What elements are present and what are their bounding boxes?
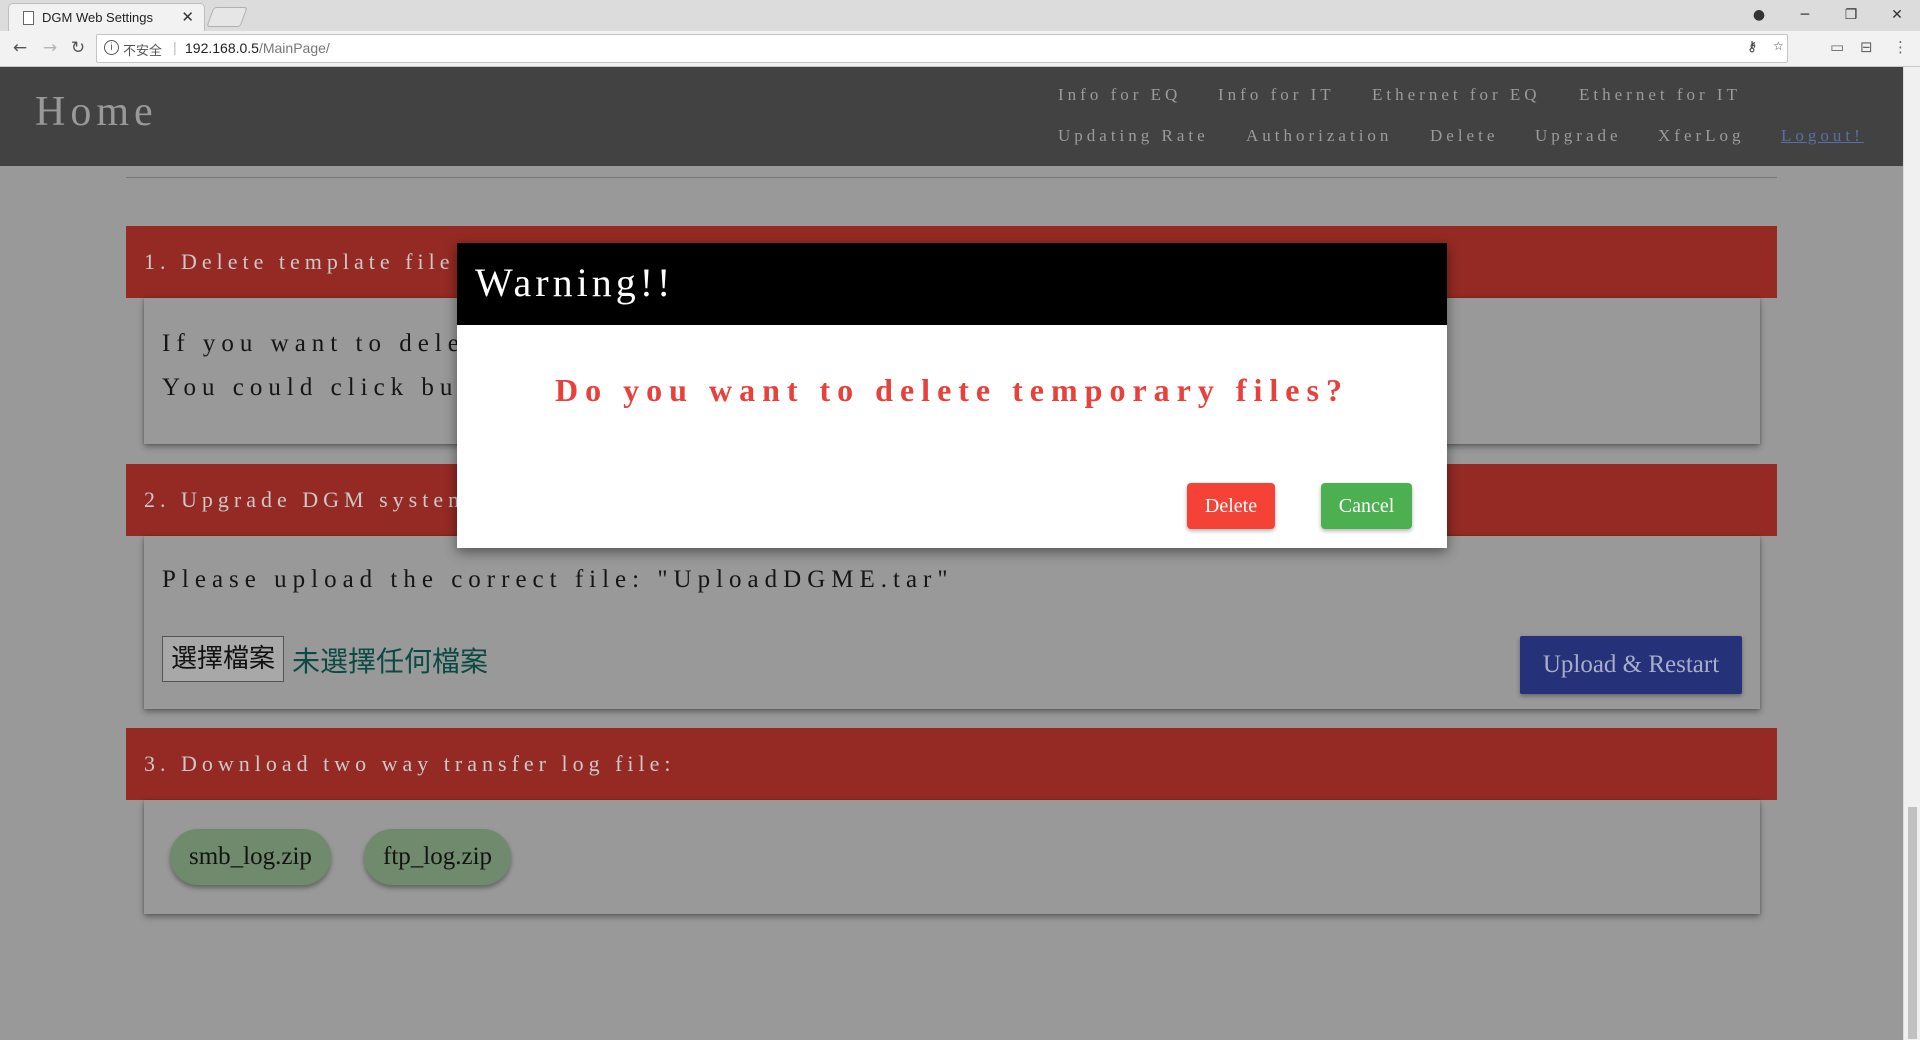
browser-toolbar: ← → ↻ i 不安全 | 192.168.0.5/MainPage/ ⚷ ☆ … xyxy=(0,31,1920,67)
restore-icon[interactable]: ❐ xyxy=(1828,2,1874,28)
tab-close-icon[interactable]: ✕ xyxy=(181,8,194,26)
upload-restart-button[interactable]: Upload & Restart xyxy=(1520,636,1742,694)
upgrade-instruction: Please upload the correct file: "UploadD… xyxy=(162,566,954,593)
scrollbar-thumb[interactable] xyxy=(1908,807,1917,1039)
security-label[interactable]: 不安全 xyxy=(123,40,162,59)
address-host: 192.168.0.5 xyxy=(185,40,259,56)
address-path: /MainPage/ xyxy=(258,40,330,56)
confirm-delete-button[interactable]: Delete xyxy=(1187,483,1275,529)
delete-text-line2: You could click bu xyxy=(162,374,459,401)
dialog-header: Warning!! xyxy=(457,243,1447,325)
star-icon[interactable]: ☆ xyxy=(1773,39,1784,53)
address-url[interactable]: 192.168.0.5/MainPage/ xyxy=(185,40,330,56)
nav-ethernet-eq[interactable]: Ethernet for EQ xyxy=(1372,85,1541,105)
section-xferlog-title: 3. Download two way transfer log file: xyxy=(144,751,676,776)
home-link[interactable]: Home xyxy=(35,88,158,136)
zoom-icon[interactable]: ⌕ xyxy=(1749,38,1757,54)
window-close-icon[interactable]: ✕ xyxy=(1874,2,1920,28)
new-tab-button[interactable] xyxy=(206,7,248,27)
nav-logout[interactable]: Logout! xyxy=(1781,126,1864,146)
section-upgrade-card: Please upload the correct file: "UploadD… xyxy=(144,536,1760,709)
nav-authorization[interactable]: Authorization xyxy=(1246,126,1392,146)
choose-file-button[interactable]: 選擇檔案 xyxy=(162,636,285,682)
ftp-log-download-button[interactable]: ftp_log.zip xyxy=(364,829,512,885)
nav-info-it[interactable]: Info for IT xyxy=(1218,85,1335,105)
address-separator: | xyxy=(173,39,177,55)
section-upgrade-title: 2. Upgrade DGM system: xyxy=(144,487,482,512)
dialog-message: Do you want to delete temporary files? xyxy=(555,372,1349,408)
browser-tab[interactable]: DGM Web Settings ✕ xyxy=(8,3,205,32)
nav-updating-rate[interactable]: Updating Rate xyxy=(1058,126,1209,146)
browser-tab-bar: DGM Web Settings ✕ ● ─ ❐ ✕ xyxy=(0,0,1920,32)
section-delete-title: 1. Delete template file xyxy=(144,249,455,274)
reload-icon[interactable]: ↻ xyxy=(66,36,90,60)
page-content: Home Info for EQ Info for IT Ethernet fo… xyxy=(0,67,1903,1040)
extension-icon[interactable]: ▭ xyxy=(1830,38,1844,56)
nav-delete[interactable]: Delete xyxy=(1430,126,1498,146)
dialog-title: Warning!! xyxy=(475,260,675,305)
cancel-button[interactable]: Cancel xyxy=(1321,483,1412,529)
back-icon[interactable]: ← xyxy=(8,36,32,60)
page-icon xyxy=(23,11,34,25)
cast-icon[interactable]: ⊟ xyxy=(1860,38,1873,56)
delete-text-line1: If you want to delete xyxy=(162,330,495,357)
section-xferlog-header: 3. Download two way transfer log file: xyxy=(126,728,1777,800)
menu-icon[interactable]: ⋮ xyxy=(1893,38,1908,56)
nav-ethernet-it[interactable]: Ethernet for IT xyxy=(1579,85,1741,105)
warning-dialog: Warning!! Do you want to delete temporar… xyxy=(457,243,1447,548)
section-xferlog-card: smb_log.zip ftp_log.zip xyxy=(144,800,1760,914)
no-file-chosen-label: 未選擇任何檔案 xyxy=(292,647,489,678)
profile-icon[interactable]: ● xyxy=(1736,2,1782,28)
page-scrollbar[interactable] xyxy=(1903,67,1920,1040)
minimize-icon[interactable]: ─ xyxy=(1782,2,1828,28)
info-icon[interactable]: i xyxy=(104,40,119,55)
smb-log-download-button[interactable]: smb_log.zip xyxy=(170,829,331,885)
nav-info-eq[interactable]: Info for EQ xyxy=(1058,85,1181,105)
forward-icon[interactable]: → xyxy=(38,36,62,60)
nav-xferlog[interactable]: XferLog xyxy=(1658,126,1745,146)
site-header: Home Info for EQ Info for IT Ethernet fo… xyxy=(0,67,1903,166)
header-divider xyxy=(126,177,1777,178)
tab-title: DGM Web Settings xyxy=(42,10,154,25)
nav-upgrade[interactable]: Upgrade xyxy=(1535,126,1622,146)
address-bar[interactable]: i 不安全 | 192.168.0.5/MainPage/ ⚷ ☆ xyxy=(96,34,1788,63)
